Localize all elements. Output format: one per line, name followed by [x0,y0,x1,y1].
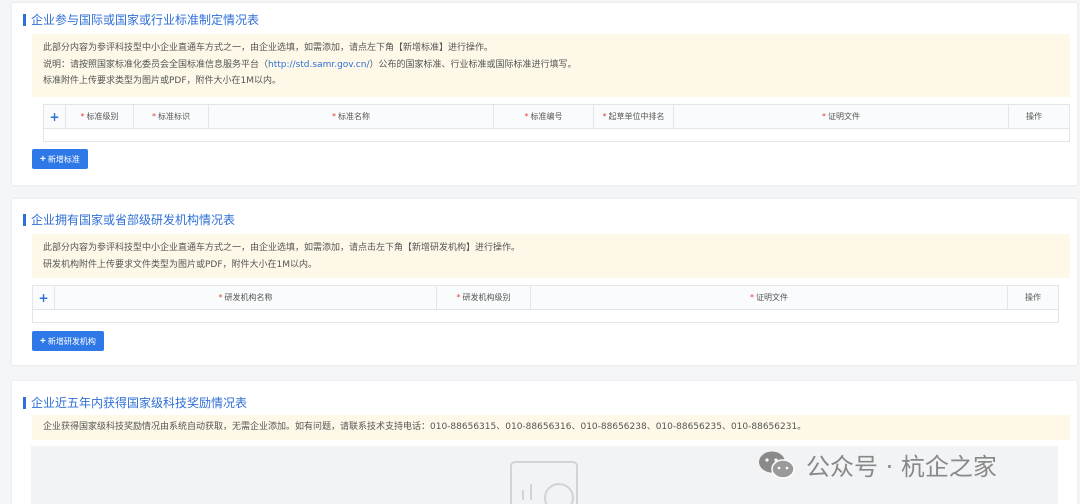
add-rnd-button[interactable]: + 新增研发机构 [32,331,104,351]
rnd-notice-line2: 研发机构附件上传要求文件类型为图片或PDF，附件大小在1M以内。 [43,259,318,270]
awards-notice-line1: 企业获得国家级科技奖励情况由系统自动获取，无需企业添加。如有问题，请联系技术支持… [43,422,807,432]
rnd-table-header: + * 研发机构名称 * 研发机构级别 * 证明文件 操作 [33,286,1058,310]
col-standard-name: * 标准名称 [209,105,494,128]
add-row-plus-icon[interactable]: + [44,105,66,128]
title-accent-bar [23,213,26,226]
title-accent-bar [23,13,26,26]
rnd-notice-line1: 此部分内容为参评科技型中小企业直通车方式之一，由企业选填，如需添加，请点击左下角… [43,243,521,253]
rnd-section-title: 企业拥有国家或省部级研发机构情况表 [23,211,235,228]
standards-notice-line2: 说明：请按照国家标准化委员会全国标准信息服务平台（http://std.samr… [43,59,577,70]
col-institution-name: * 研发机构名称 [55,286,437,309]
standards-notice-line1: 此部分内容为参评科技型中小企业直通车方式之一，由企业选填，如需添加，请点左下角【… [43,43,494,53]
standards-table-header: + * 标准级别 * 标准标识 * 标准名称 * 标准编号 * 起草单位中排名 * 证明文件… [44,105,1069,129]
standards-notice-line3: 标准附件上传要求类型为图片或PDF，附件大小在1M以内。 [43,76,282,86]
awards-notice: 企业获得国家级科技奖励情况由系统自动获取，无需企业添加。如有问题，请联系技术支持… [32,415,1070,440]
col-action: 操作 [1026,112,1042,121]
rnd-table-body [33,310,1058,322]
wechat-icon [759,451,795,479]
empty-data-icon [510,461,578,504]
std-platform-link[interactable]: http://std.samr.gov.cn/ [268,60,369,70]
standards-card: 企业参与国际或国家或行业标准制定情况表 此部分内容为参评科技型中小企业直通车方式… [11,2,1078,186]
watermark-text: 公众号 · 杭企之家 [806,453,997,481]
col-action: 操作 [1025,293,1041,302]
col-drafting-rank: * 起草单位中排名 [594,105,674,128]
col-standard-level: * 标准级别 [66,105,134,128]
awards-section-title: 企业近五年内获得国家级科技奖励情况表 [23,394,247,411]
standards-title-text: 企业参与国际或国家或行业标准制定情况表 [31,13,260,27]
standards-section-title: 企业参与国际或国家或行业标准制定情况表 [23,11,259,28]
col-proof-file: * 证明文件 [531,286,1008,309]
standards-table-body [44,129,1069,141]
title-accent-bar [23,396,26,409]
standards-notice: 此部分内容为参评科技型中小企业直通车方式之一，由企业选填，如需添加，请点左下角【… [32,34,1070,97]
rnd-notice: 此部分内容为参评科技型中小企业直通车方式之一，由企业选填，如需添加，请点击左下角… [32,234,1070,278]
awards-title-text: 企业近五年内获得国家级科技奖励情况表 [31,396,248,410]
rnd-table: + * 研发机构名称 * 研发机构级别 * 证明文件 操作 [32,285,1059,323]
col-institution-level: * 研发机构级别 [437,286,531,309]
rnd-title-text: 企业拥有国家或省部级研发机构情况表 [31,213,236,227]
col-proof-file: * 证明文件 [674,105,1009,128]
wechat-watermark: 公众号 · 杭企之家 [758,447,997,482]
plus-icon: + [40,153,46,165]
standards-table: + * 标准级别 * 标准标识 * 标准名称 * 标准编号 * 起草单位中排名 * 证明文件… [43,104,1070,142]
add-row-plus-icon[interactable]: + [33,286,55,309]
add-standard-button[interactable]: + 新增标准 [32,149,88,169]
rnd-card: 企业拥有国家或省部级研发机构情况表 此部分内容为参评科技型中小企业直通车方式之一… [11,198,1078,366]
col-standard-number: * 标准编号 [494,105,594,128]
plus-icon: + [40,335,46,347]
col-standard-mark: * 标准标识 [134,105,209,128]
